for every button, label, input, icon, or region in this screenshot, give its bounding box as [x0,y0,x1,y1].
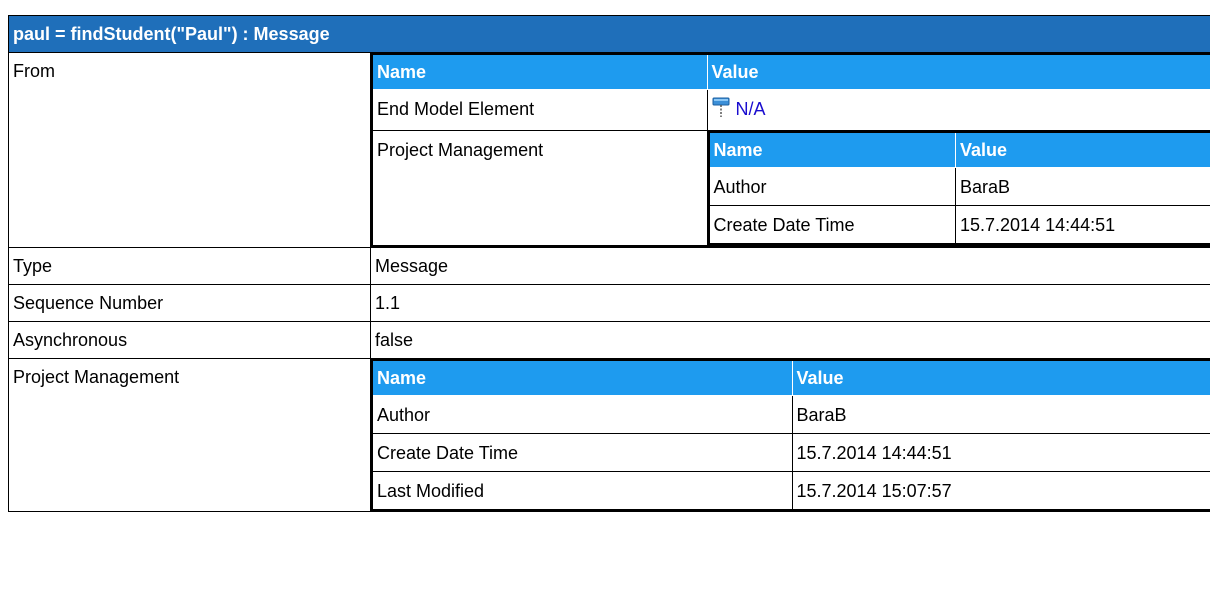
from-project-management-label: Project Management [371,130,708,247]
pm-create-name: Create Date Time [371,433,793,472]
pm-modified-name: Last Modified [371,471,793,511]
from-pm-name-header: Name [708,131,956,168]
message-properties-document: paul = findStudent("Paul") : Message Fro… [7,15,1210,512]
table-row: Author BaraB [371,395,1210,434]
table-row: Last Modified 15.7.2014 15:07:57 [371,471,1210,511]
from-project-management-value: Name Value Author BaraB Create Date Time… [706,130,1210,247]
type-row: Type Message [8,247,1210,285]
from-project-management-table: Name Value Author BaraB Create Date Time… [707,131,1210,245]
pm-modified-value: 15.7.2014 15:07:57 [791,471,1210,511]
from-pm-create-value: 15.7.2014 14:44:51 [955,205,1210,245]
sequence-number-value: 1.1 [369,284,1210,322]
sequence-number-label: Sequence Number [8,284,371,322]
pm-create-value: 15.7.2014 14:44:51 [791,433,1210,472]
from-project-management-row: Project Management Name Value Author Bar… [371,130,1210,247]
from-pm-header-row: Name Value [708,131,1210,168]
from-pm-value-header: Value [955,131,1210,168]
asynchronous-value: false [369,321,1210,359]
from-header-row: Name Value [371,53,1210,90]
project-management-label: Project Management [8,358,371,512]
project-management-table: Name Value Author BaraB Create Date Time… [371,359,1210,511]
from-pm-create-name: Create Date Time [708,205,956,245]
title-row: paul = findStudent("Paul") : Message [7,15,1210,53]
table-row: Author BaraB [708,167,1210,206]
pm-name-header: Name [371,359,793,396]
sequence-number-row: Sequence Number 1.1 [8,284,1210,322]
pm-author-name: Author [371,395,793,434]
type-value: Message [369,247,1210,285]
table-title: paul = findStudent("Paul") : Message [7,15,1210,53]
type-label: Type [8,247,371,285]
from-value-header: Value [706,53,1210,90]
end-model-element-label: End Model Element [371,89,708,131]
asynchronous-row: Asynchronous false [8,321,1210,359]
project-management-row: Project Management Name Value Author Bar… [8,358,1210,512]
end-model-element-link[interactable]: N/A [736,99,766,119]
project-management-value: Name Value Author BaraB Create Date Time… [369,358,1210,512]
from-name-header: Name [371,53,708,90]
from-pm-author-name: Author [708,167,956,206]
end-model-element-value[interactable]: N/A [706,89,1210,131]
from-nested-table: Name Value End Model Element N/A Project… [371,53,1210,247]
asynchronous-label: Asynchronous [8,321,371,359]
pm-author-value: BaraB [791,395,1210,434]
pm-header-row: Name Value [371,359,1210,396]
table-row: Create Date Time 15.7.2014 14:44:51 [371,433,1210,472]
from-row: From Name Value End Model Element N/A Pr… [8,52,1210,248]
from-pm-author-value: BaraB [955,167,1210,206]
table-row: Create Date Time 15.7.2014 14:44:51 [708,205,1210,245]
end-model-element-row: End Model Element N/A [371,89,1210,131]
pm-value-header: Value [791,359,1210,396]
properties-table: paul = findStudent("Paul") : Message Fro… [7,15,1210,512]
from-value: Name Value End Model Element N/A Project… [369,52,1210,248]
from-label: From [8,52,371,248]
pin-icon [712,96,730,126]
